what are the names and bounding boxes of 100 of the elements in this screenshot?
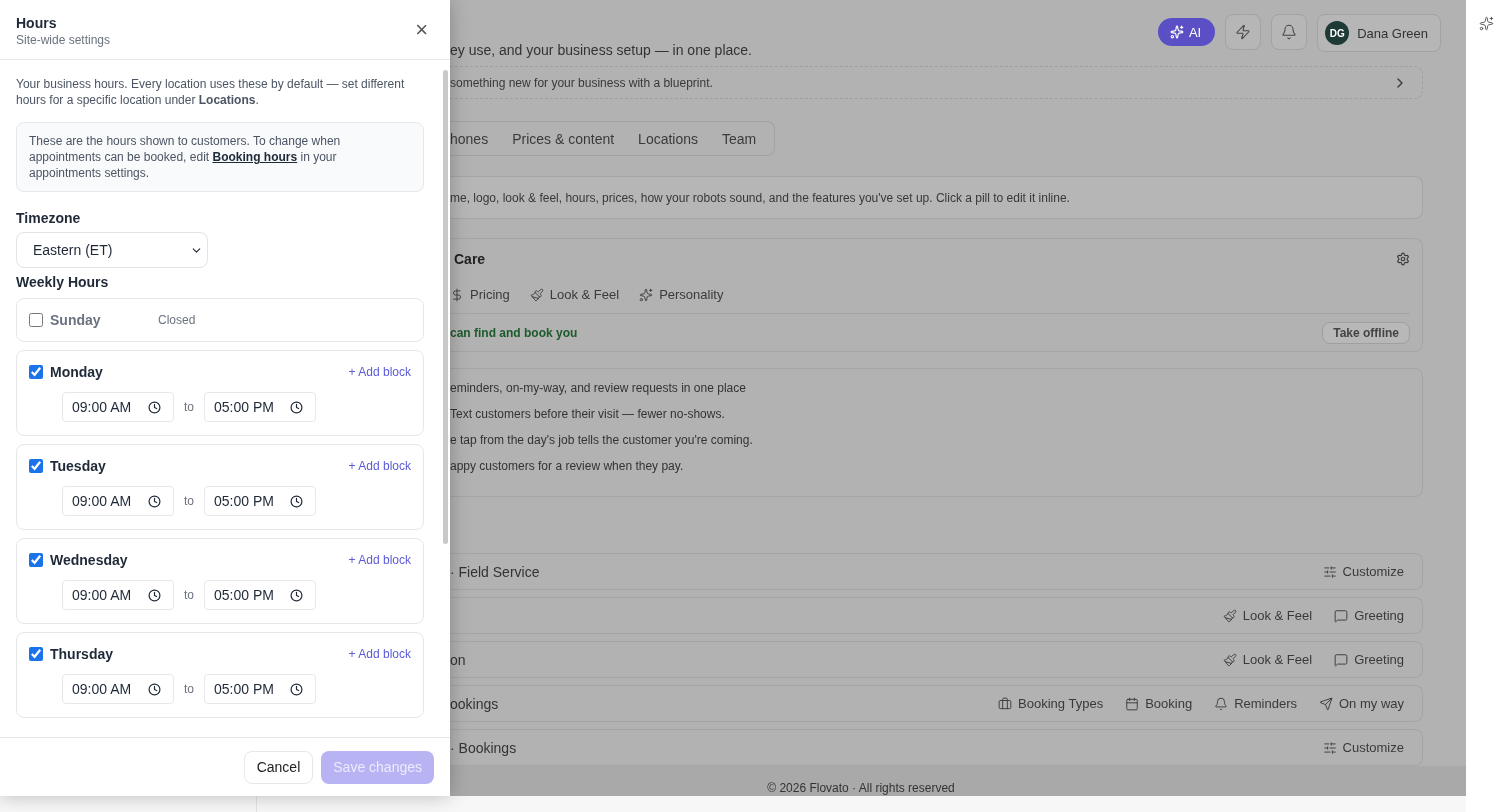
- pill[interactable]: Pricing: [450, 287, 510, 302]
- row-action[interactable]: Look & Feel: [1222, 608, 1313, 623]
- paintbrush-icon: [1222, 652, 1237, 667]
- to-text: to: [184, 588, 194, 602]
- banner-text: something new for your business with a blueprint.: [450, 75, 713, 90]
- blueprint-banner[interactable]: something new for your business with a blueprint.: [450, 66, 1423, 99]
- sparkles-icon: [1169, 25, 1184, 39]
- row-action[interactable]: Reminders: [1214, 696, 1297, 711]
- add-block-button[interactable]: + Add block: [348, 647, 411, 661]
- row-action[interactable]: Booking Types: [998, 696, 1104, 711]
- to-text: to: [184, 400, 194, 414]
- weekly-hours-label: Weekly Hours: [16, 274, 110, 290]
- to-text: to: [184, 682, 194, 696]
- add-block-button[interactable]: + Add block: [348, 553, 411, 567]
- end-time-field[interactable]: 05:00 PM: [204, 486, 316, 516]
- end-time-field[interactable]: 05:00 PM: [204, 392, 316, 422]
- bell-icon: [1214, 696, 1229, 711]
- info-box: me, logo, look & feel, hours, prices, how your robots sound, and the features you've set up. Click a pill to edit it inline.: [450, 176, 1423, 219]
- tab[interactable]: Prices & content: [500, 126, 627, 151]
- lightning-icon: [1235, 24, 1252, 40]
- user-menu-button[interactable]: DG Dana Green: [1317, 14, 1441, 52]
- day-checkbox[interactable]: [29, 365, 43, 379]
- row-action[interactable]: Greeting: [1334, 652, 1404, 667]
- day-name: Tuesday: [50, 458, 107, 474]
- clock-icon: [290, 494, 303, 508]
- day-name: Thursday: [50, 646, 114, 662]
- message-icon: [1334, 608, 1349, 623]
- info-note: These are the hours shown to customers. To change when appointments can be booked, edit Booking hours in your appointments settings.: [16, 122, 424, 192]
- row-action[interactable]: Greeting: [1334, 608, 1404, 623]
- day-name: Wednesday: [50, 552, 129, 568]
- tab[interactable]: hones: [450, 126, 501, 151]
- feature-text: appy customers for a review when they pay.: [450, 459, 685, 473]
- row-action[interactable]: Customize: [1322, 740, 1404, 755]
- timezone-label: Timezone: [16, 210, 82, 226]
- feature-text: eminders, on-my-way, and review requests in one place: [450, 381, 747, 395]
- feature-text: Text customers before their visit — fewer no-shows.: [450, 407, 726, 421]
- sparkles-icon: [639, 287, 654, 302]
- row-action[interactable]: Look & Feel: [1222, 652, 1313, 667]
- status-text: can find and book you: [450, 326, 578, 340]
- row-title: on: [450, 651, 466, 668]
- start-time-field[interactable]: 09:00 AM: [62, 674, 174, 704]
- lightning-button[interactable]: [1225, 14, 1262, 50]
- add-block-button[interactable]: + Add block: [348, 459, 411, 473]
- notifications-button[interactable]: [1271, 14, 1308, 50]
- send-icon: [1319, 696, 1333, 711]
- ai-button[interactable]: AI: [1157, 18, 1216, 46]
- drawer-title: Hours: [16, 15, 58, 31]
- page-subtitle: ey use, and your business setup — in one place.: [450, 42, 752, 58]
- tab[interactable]: Locations: [626, 126, 711, 151]
- card-title: Care: [453, 251, 486, 267]
- clock-icon: [290, 400, 303, 414]
- closed-text: Closed: [158, 313, 196, 327]
- row-action[interactable]: Customize: [1322, 564, 1404, 579]
- drawer-subtitle: Site-wide settings: [16, 33, 111, 47]
- briefcase-icon: [998, 696, 1013, 711]
- timezone-select[interactable]: Eastern (ET): [16, 232, 208, 268]
- dollar-icon: [450, 287, 464, 302]
- settings-icon[interactable]: [1396, 252, 1410, 266]
- day-name: Sunday: [50, 312, 102, 328]
- pill[interactable]: Look & Feel: [529, 287, 620, 302]
- tab[interactable]: Team: [710, 126, 769, 151]
- end-time-field[interactable]: 05:00 PM: [204, 674, 316, 704]
- day-checkbox[interactable]: [29, 553, 43, 567]
- pill[interactable]: Personality: [639, 287, 724, 302]
- end-time-field[interactable]: 05:00 PM: [204, 580, 316, 610]
- clock-icon: [148, 494, 161, 508]
- bell-icon: [1281, 24, 1298, 40]
- day-checkbox[interactable]: [29, 459, 43, 473]
- message-icon: [1334, 652, 1349, 667]
- start-time-field[interactable]: 09:00 AM: [62, 486, 174, 516]
- clock-icon: [290, 682, 303, 696]
- add-block-button[interactable]: + Add block: [348, 365, 411, 379]
- sparkles-icon[interactable]: [1478, 16, 1494, 31]
- start-time-field[interactable]: 09:00 AM: [62, 392, 174, 422]
- clock-icon: [148, 588, 161, 602]
- take-offline-button[interactable]: Take offline: [1322, 322, 1410, 344]
- paintbrush-icon: [529, 287, 544, 302]
- row-title: · Bookings: [450, 739, 517, 756]
- sliders-icon: [1322, 564, 1337, 579]
- day-checkbox[interactable]: [29, 313, 43, 327]
- sliders-icon: [1322, 740, 1337, 755]
- intro-text: Your business hours. Every location uses these by default — set different hours for a specific location under Locations.: [16, 76, 406, 108]
- cancel-button[interactable]: Cancel: [243, 750, 314, 784]
- to-text: to: [184, 494, 194, 508]
- row-action[interactable]: On my way: [1319, 696, 1404, 711]
- close-button[interactable]: ×: [415, 19, 428, 41]
- user-avatar: DG: [1325, 21, 1350, 45]
- clock-icon: [148, 682, 161, 696]
- copyright-text: © 2026 Flovato · All rights reserved: [767, 781, 955, 795]
- clock-icon: [290, 588, 303, 602]
- row-title: · Field Service: [450, 563, 540, 580]
- clock-icon: [148, 400, 161, 414]
- start-time-field[interactable]: 09:00 AM: [62, 580, 174, 610]
- calendar-icon: [1125, 696, 1140, 711]
- day-checkbox[interactable]: [29, 647, 43, 661]
- feature-text: e tap from the day's job tells the customer you're coming.: [450, 433, 754, 447]
- booking-hours-link[interactable]: Booking hours: [212, 150, 298, 164]
- row-action[interactable]: Booking: [1125, 696, 1193, 711]
- day-name: Monday: [50, 364, 104, 380]
- row-title: ookings: [450, 695, 499, 712]
